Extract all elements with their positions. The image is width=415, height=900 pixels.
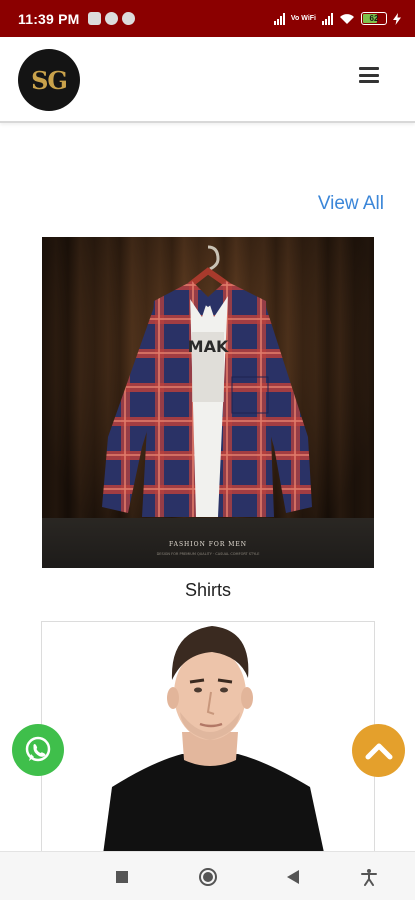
category-label-shirts[interactable]: Shirts [42,580,374,601]
wifi-icon [340,13,354,24]
charging-icon [393,12,401,25]
category-image-shirts[interactable]: MAK FASHION FOR MEN DESIGN FOR PREMIUM Q… [42,237,374,568]
notification-icons [87,12,135,25]
circle-icon[interactable] [197,866,219,888]
view-all-link[interactable]: View All [318,193,384,215]
app-header: SG [0,37,415,123]
triangle-back-icon[interactable] [282,866,304,888]
status-bar: 11:39 PM Vo WiFi 62 [0,0,415,37]
signal-icon [273,12,285,25]
battery-level: 62 [369,14,379,23]
whatsapp-icon [25,736,51,762]
plaid-shirt-illustration: MAK FASHION FOR MEN DESIGN FOR PREMIUM Q… [102,245,312,556]
accessibility-icon[interactable] [358,866,380,888]
status-time: 11:39 PM [18,10,80,27]
svg-text:MAK: MAK [188,337,229,356]
status-right-icons: Vo WiFi 62 [273,12,401,25]
notification-browser-icon [121,12,135,25]
scroll-to-top-button[interactable] [352,724,405,777]
notification-app-icon [87,12,101,25]
hamburger-icon[interactable] [359,67,379,83]
brand-logo[interactable]: SG [18,49,80,111]
square-icon[interactable] [111,866,133,888]
system-nav-bar [0,851,415,900]
category-card-2[interactable] [41,621,375,861]
model-photo-illustration [102,626,326,860]
signal-2-icon [322,12,333,25]
network-label: Vo WiFi [290,15,316,22]
chevron-up-icon [365,743,392,759]
whatsapp-button[interactable] [12,724,64,776]
logo-text: SG [31,65,68,95]
notification-sync-icon [104,12,118,25]
image-subcaption: DESIGN FOR PREMIUM QUALITY · CASUAL COMF… [157,552,260,556]
image-caption: FASHION FOR MEN [169,541,247,548]
battery-icon: 62 [361,12,387,25]
